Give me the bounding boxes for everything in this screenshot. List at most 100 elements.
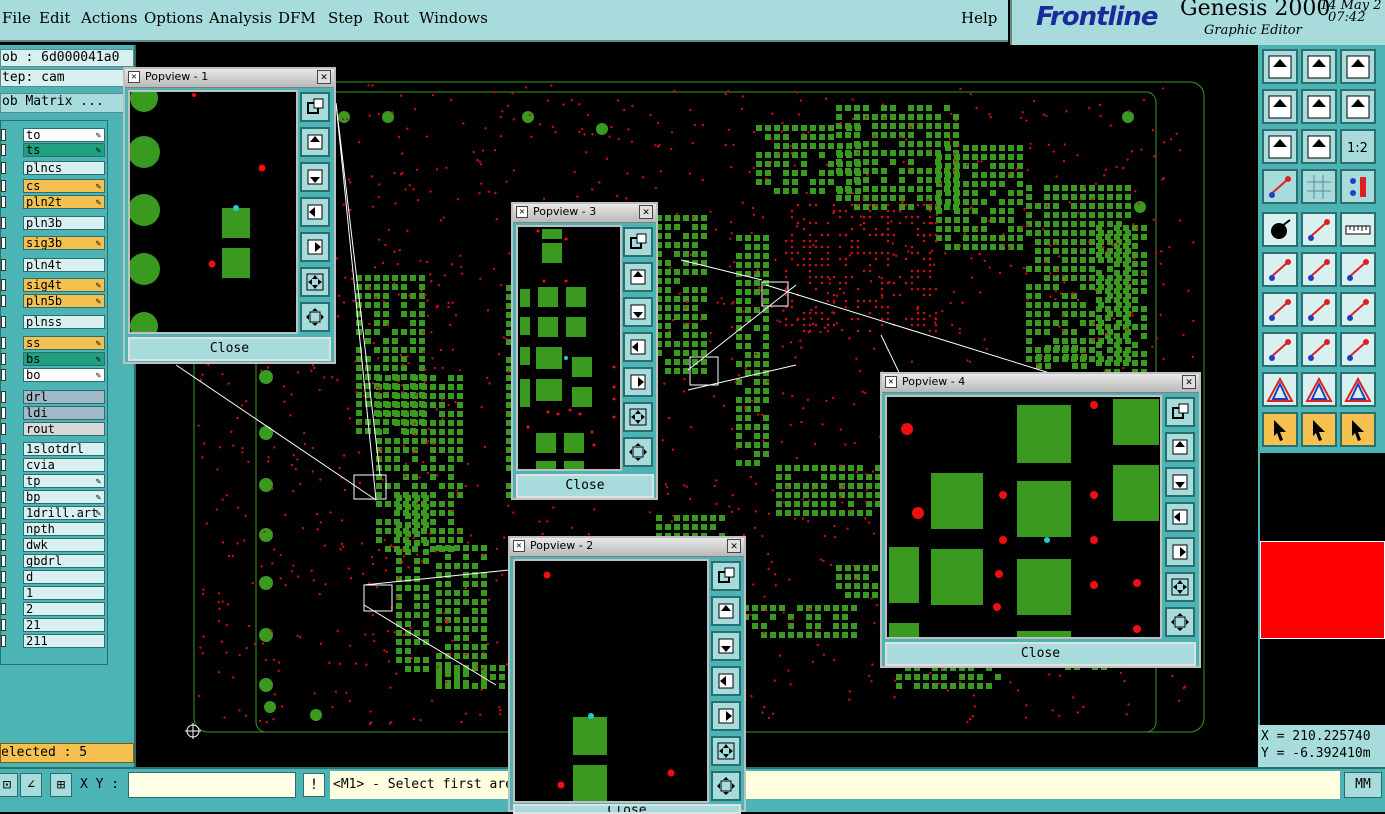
layer-row-gbdrl[interactable]: gbdrl — [1, 554, 107, 568]
zoom-fit-icon[interactable] — [711, 561, 741, 591]
popview-2-close-button[interactable]: Close — [513, 804, 741, 814]
layer-name[interactable]: 21 — [23, 618, 105, 632]
layer-name[interactable]: 1slotdrl — [23, 442, 105, 456]
layer-row-cvia[interactable]: cvia — [1, 458, 107, 472]
layer-name[interactable]: to ✎ — [23, 128, 105, 142]
layer-toggle[interactable] — [1, 603, 6, 615]
popview-3-titlebar[interactable]: ✕ Popview - 3 ✕ — [513, 204, 656, 223]
angle-icon[interactable] — [1262, 292, 1298, 327]
zoom-out-icon[interactable] — [1165, 607, 1195, 637]
layer-name[interactable]: cvia — [23, 458, 105, 472]
layer-toggle[interactable] — [1, 459, 6, 471]
pan-up-icon[interactable] — [300, 127, 330, 157]
layer-row-d[interactable]: d — [1, 570, 107, 584]
palette-icon[interactable] — [1262, 169, 1298, 204]
arc-icon[interactable] — [1340, 292, 1376, 327]
pointer-circle-icon[interactable] — [1340, 412, 1376, 447]
layer-name[interactable]: pln2t ✎ — [23, 195, 105, 209]
popview-1-view[interactable] — [128, 90, 298, 334]
layer-row-pln3b[interactable]: pln3b — [1, 216, 107, 230]
alert-icon[interactable]: ! — [303, 773, 325, 797]
layer-toggle[interactable] — [1, 144, 6, 156]
menu-windows[interactable]: Windows — [419, 9, 488, 27]
layer-toggle[interactable] — [1, 571, 6, 583]
measure-icon[interactable]: ∠ — [20, 773, 42, 797]
home-icon[interactable] — [1340, 49, 1376, 84]
layer-row-bo[interactable]: bo ✎ — [1, 368, 107, 382]
layer-toggle[interactable] — [1, 507, 6, 519]
layer-row-pln2t[interactable]: pln2t ✎ — [1, 195, 107, 209]
layer-row-ldi[interactable]: ldi — [1, 406, 107, 420]
triangle-a-blue-icon[interactable] — [1340, 372, 1376, 407]
layer-toggle[interactable] — [1, 353, 6, 365]
snap-icon[interactable]: ⊡ — [0, 773, 18, 797]
layer-row-npth[interactable]: npth — [1, 522, 107, 536]
ruler-icon[interactable] — [1340, 212, 1376, 247]
layer-name[interactable]: rout — [23, 422, 105, 436]
layer-name[interactable]: cs ✎ — [23, 179, 105, 193]
diagonal-icon[interactable] — [1301, 212, 1337, 247]
pan-up-icon[interactable] — [623, 262, 653, 292]
layer-toggle[interactable] — [1, 555, 6, 567]
popview-2-view[interactable] — [513, 559, 709, 803]
pan-up-icon[interactable] — [1301, 49, 1337, 84]
pan-right-icon[interactable] — [1301, 89, 1337, 124]
zoom-out-icon[interactable] — [623, 437, 653, 467]
zoom-in-icon[interactable] — [300, 267, 330, 297]
layer-name[interactable]: dwk — [23, 538, 105, 552]
menu-step[interactable]: Step — [328, 9, 363, 27]
popview-2-titlebar[interactable]: ✕ Popview - 2 ✕ — [510, 538, 744, 557]
pan-left-icon[interactable] — [711, 666, 741, 696]
layer-row-dwk[interactable]: dwk — [1, 538, 107, 552]
layer-name[interactable]: 211 — [23, 634, 105, 648]
layer-row-ts[interactable]: ts ✎ — [1, 143, 107, 157]
grid-icon[interactable] — [1301, 169, 1337, 204]
layer-name[interactable]: pln4t — [23, 258, 105, 272]
popview-4-close-button[interactable]: Close — [885, 642, 1196, 666]
pan-right-icon[interactable] — [711, 701, 741, 731]
pan-down-icon[interactable] — [300, 162, 330, 192]
pan-right-icon[interactable] — [1165, 537, 1195, 567]
layer-toggle[interactable] — [1, 217, 6, 229]
triangle-icon[interactable] — [1262, 372, 1298, 407]
window-icon[interactable] — [1340, 332, 1376, 367]
layer-name[interactable]: 2 — [23, 602, 105, 616]
pan-left-icon[interactable] — [623, 332, 653, 362]
layer-row-1drillart[interactable]: 1drill.art ✎ — [1, 506, 107, 520]
popview-1-titlebar[interactable]: ✕ Popview - 1 ✕ — [125, 69, 334, 88]
close-icon[interactable]: ✕ — [1182, 375, 1196, 389]
pan-down-icon[interactable] — [711, 631, 741, 661]
layer-toggle[interactable] — [1, 237, 6, 249]
layer-row-211[interactable]: 211 — [1, 634, 107, 648]
job-matrix-button[interactable]: ob Matrix ... — [0, 93, 134, 113]
window-menu-icon[interactable]: ✕ — [128, 71, 140, 83]
layer-row-drl[interactable]: drl — [1, 390, 107, 404]
layer-toggle[interactable] — [1, 196, 6, 208]
zoom-in-icon[interactable] — [1165, 572, 1195, 602]
point-icon[interactable] — [1262, 332, 1298, 367]
popview-4-titlebar[interactable]: ✕ Popview - 4 ✕ — [882, 374, 1199, 393]
layer-toggle[interactable] — [1, 491, 6, 503]
popview-3-window[interactable]: ✕ Popview - 3 ✕ Close — [511, 202, 658, 500]
layer-toggle[interactable] — [1, 407, 6, 419]
layer-name[interactable]: tp ✎ — [23, 474, 105, 488]
popview-3-view[interactable] — [516, 225, 622, 471]
undo-zoom-icon[interactable] — [1340, 89, 1376, 124]
layer-name[interactable]: gbdrl — [23, 554, 105, 568]
layer-row-2[interactable]: 2 — [1, 602, 107, 616]
layer-row-1slotdrl[interactable]: 1slotdrl — [1, 442, 107, 456]
layer-toggle[interactable] — [1, 523, 6, 535]
popview-1-window[interactable]: ✕ Popview - 1 ✕ Close — [123, 67, 336, 364]
layer-name[interactable]: pln3b — [23, 216, 105, 230]
menu-help[interactable]: Help — [961, 9, 997, 27]
menu-actions[interactable]: Actions — [81, 9, 137, 27]
pan-down-icon[interactable] — [623, 297, 653, 327]
layer-toggle[interactable] — [1, 295, 6, 307]
window-menu-icon[interactable]: ✕ — [516, 206, 528, 218]
layer-name[interactable]: bo ✎ — [23, 368, 105, 382]
layer-toggle[interactable] — [1, 635, 6, 647]
layer-row-tp[interactable]: tp ✎ — [1, 474, 107, 488]
popview-4-window[interactable]: ✕ Popview - 4 ✕ Close — [880, 372, 1201, 668]
layer-row-21[interactable]: 21 — [1, 618, 107, 632]
cross-icon[interactable] — [1301, 252, 1337, 287]
